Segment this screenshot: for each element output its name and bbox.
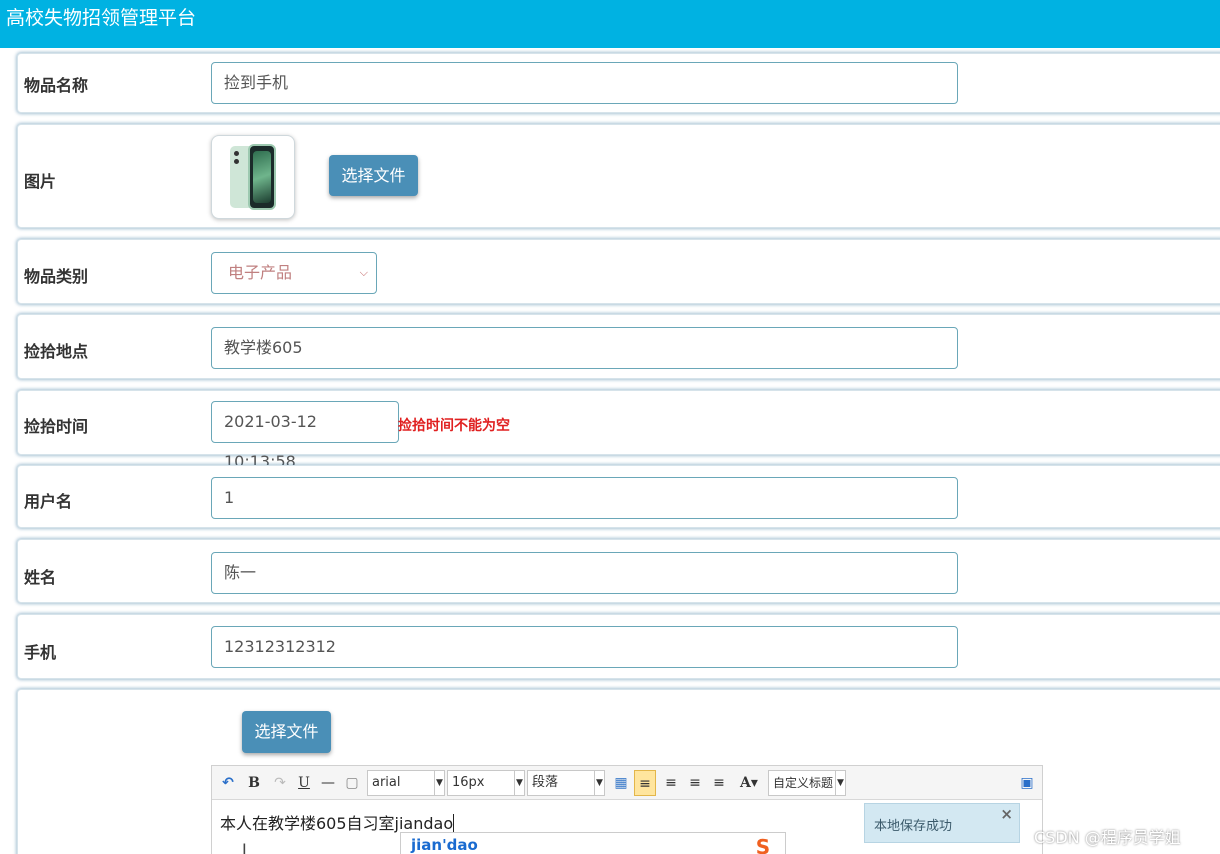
chevron-down-icon: ⌵ (359, 266, 368, 279)
underline-button[interactable]: U (293, 770, 315, 796)
editor-content[interactable]: 本人在教学楼605自习室jiandao (220, 810, 455, 834)
editor-toolbar: ↶ B ↷ U — ▢ arial ▼ 16px ▼ 段落 ▼ ▦ ≡ ≡ ≡ … (212, 766, 1042, 800)
ime-candidate-popup[interactable]: jian'dao S (400, 832, 786, 854)
toast-message: 本地保存成功 (874, 819, 953, 834)
phone-image (230, 144, 278, 210)
paragraph-value: 段落 (532, 775, 559, 790)
paragraph-select[interactable]: 段落 ▼ (527, 770, 605, 796)
row-username: 用户名 1 (17, 465, 1220, 528)
row-phone: 手机 12312312312 (17, 614, 1220, 679)
align-right-icon[interactable]: ≡ (660, 770, 682, 796)
row-category: 物品类别 电子产品 ⌵ (17, 239, 1220, 304)
app-title: 高校失物招领管理平台 (6, 7, 197, 29)
category-select[interactable]: 电子产品 ⌵ (211, 252, 377, 294)
undo-icon[interactable]: ↶ (217, 770, 239, 796)
close-icon[interactable]: × (1000, 805, 1013, 823)
realname-label: 姓名 (24, 568, 57, 587)
align-left-icon[interactable]: ≡ (634, 770, 656, 796)
phone-label: 手机 (24, 643, 57, 662)
row-location: 捡拾地点 教学楼605 (17, 314, 1220, 379)
item-name-input[interactable]: 捡到手机 (211, 62, 958, 104)
location-label: 捡拾地点 (24, 342, 89, 361)
sogou-logo-icon: S (755, 835, 771, 854)
horizontal-rule-button[interactable]: — (317, 770, 339, 796)
font-size-value: 16px (452, 775, 485, 790)
chevron-down-icon: ▼ (514, 771, 524, 795)
redo-icon[interactable]: ↷ (269, 770, 291, 796)
choose-image-button[interactable]: 选择文件 (329, 155, 418, 196)
font-family-select[interactable]: arial ▼ (367, 770, 445, 796)
chevron-down-icon: ▼ (434, 771, 444, 795)
align-justify-icon[interactable]: ≡ (708, 770, 730, 796)
phone-input[interactable]: 12312312312 (211, 626, 958, 668)
time-input[interactable]: 2021-03-12 10:13:58 (211, 401, 399, 471)
font-color-icon[interactable]: A▾ (734, 770, 764, 796)
font-size-select[interactable]: 16px ▼ (447, 770, 525, 796)
row-realname: 姓名 陈一 (17, 539, 1220, 603)
item-name-label: 物品名称 (24, 76, 89, 95)
watermark: CSDN @程序员学姐 (1034, 828, 1181, 847)
username-input[interactable]: 1 (211, 477, 958, 519)
text-caret (453, 814, 455, 832)
time-error-message: 捡拾时间不能为空 (398, 418, 510, 434)
username-label: 用户名 (24, 492, 73, 511)
row-time: 捡拾时间 2021-03-12 10:13:58 捡拾时间不能为空 (17, 390, 1220, 471)
location-input[interactable]: 教学楼605 (211, 327, 958, 369)
chevron-down-icon: ▼ (835, 771, 845, 795)
header-bar: 高校失物招领管理平台 (0, 0, 1220, 48)
row-image: 图片 选择文件 (17, 124, 1220, 228)
category-label: 物品类别 (24, 267, 89, 286)
custom-title-select[interactable]: 自定义标题 ▼ (768, 770, 846, 796)
custom-title-value: 自定义标题 (773, 776, 834, 790)
fullscreen-icon[interactable]: ▣ (1016, 770, 1038, 796)
ibeam-cursor-icon: I (242, 840, 247, 854)
choose-file-button[interactable]: 选择文件 (242, 711, 331, 753)
editor-text: 本人在教学楼605自习室jiandao (220, 814, 454, 833)
bold-button[interactable]: B (243, 770, 265, 796)
align-center-icon[interactable]: ≡ (684, 770, 706, 796)
category-value: 电子产品 (228, 263, 293, 282)
item-image-thumbnail (211, 135, 295, 219)
image-label: 图片 (24, 172, 57, 191)
ime-pinyin: jian'dao (411, 836, 478, 854)
save-toast: 本地保存成功 × (864, 803, 1020, 843)
paste-icon[interactable]: ▢ (341, 770, 363, 796)
chevron-down-icon: ▼ (594, 771, 604, 795)
row-item-name: 物品名称 捡到手机 (17, 53, 1220, 113)
font-family-value: arial (372, 775, 401, 790)
realname-input[interactable]: 陈一 (211, 552, 958, 594)
time-label: 捡拾时间 (24, 417, 89, 436)
table-icon[interactable]: ▦ (610, 770, 632, 796)
